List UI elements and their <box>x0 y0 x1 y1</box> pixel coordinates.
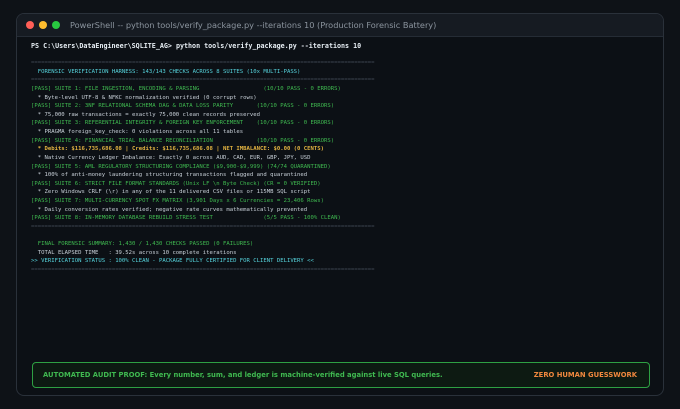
minimize-window-button[interactable] <box>39 21 47 29</box>
suite-result-line: [PASS] SUITE 6: STRICT FILE FORMAT STAND… <box>31 180 321 187</box>
terminal-window: PowerShell -- python tools/verify_packag… <box>16 13 664 396</box>
suite-result-line: [PASS] SUITE 5: AML REGULATORY STRUCTURI… <box>31 163 331 170</box>
detail-line: TOTAL ELAPSED TIME : 39.52s across 10 co… <box>31 249 237 256</box>
detail-line: * PRAGMA foreign_key_check: 0 violations… <box>31 129 244 136</box>
detail-line: * Native Currency Ledger Imbalance: Exac… <box>31 154 311 161</box>
maximize-window-button[interactable] <box>52 21 60 29</box>
command-prompt-line: PS C:\Users\DataEngineer\SQLITE_AG> pyth… <box>31 42 362 50</box>
balance-line: * Debits: $116,735,686.08 | Credits: $11… <box>31 146 324 153</box>
suite-result-line: [PASS] SUITE 7: MULTI-CURRENCY SPOT FX M… <box>31 197 324 204</box>
zero-guesswork-badge: ZERO HUMAN GUESSWORK <box>533 371 637 379</box>
detail-line: * Zero Windows CRLF (\r) in any of the 1… <box>31 189 311 196</box>
suite-result-line: [PASS] SUITE 3: REFERENTIAL INTEGRITY & … <box>31 120 335 127</box>
suite-result-line: [PASS] SUITE 4: FINANCIAL TRIAL BALANCE … <box>31 137 335 144</box>
suite-result-line: [PASS] SUITE 1: FILE INGESTION, ENCODING… <box>31 86 341 93</box>
separator-line: ========================================… <box>31 77 375 84</box>
detail-line: * Byte-level UTF-8 & NFKC normalization … <box>31 94 257 101</box>
header-line: FORENSIC VERIFICATION HARNESS: 143/143 C… <box>31 68 301 75</box>
separator-line: ========================================… <box>31 60 375 67</box>
suite-result-line: [PASS] SUITE 8: IN-MEMORY DATABASE REBUI… <box>31 215 341 222</box>
header-line: >> VERIFICATION STATUS : 100% CLEAN - PA… <box>31 258 314 265</box>
audit-proof-banner: AUTOMATED AUDIT PROOF: Every number, sum… <box>32 362 650 388</box>
separator-line: ========================================… <box>31 266 375 273</box>
audit-proof-text: AUTOMATED AUDIT PROOF: Every number, sum… <box>43 371 443 379</box>
detail-line: * Daily conversion rates verified; negat… <box>31 206 308 213</box>
title-bar: PowerShell -- python tools/verify_packag… <box>17 14 663 37</box>
detail-line: * 100% of anti-money laundering structur… <box>31 172 308 179</box>
close-window-button[interactable] <box>26 21 34 29</box>
separator-line: ========================================… <box>31 223 375 230</box>
detail-line: * 75,000 raw transactions = exactly 75,0… <box>31 111 261 118</box>
window-title: PowerShell -- python tools/verify_packag… <box>70 20 437 30</box>
window-controls <box>26 21 60 29</box>
terminal-output[interactable]: PS C:\Users\DataEngineer\SQLITE_AG> pyth… <box>31 42 655 274</box>
suite-result-line: FINAL FORENSIC SUMMARY: 1,430 / 1,430 CH… <box>31 241 254 248</box>
suite-result-line: [PASS] SUITE 2: 3NF RELATIONAL SCHEMA DA… <box>31 103 335 110</box>
